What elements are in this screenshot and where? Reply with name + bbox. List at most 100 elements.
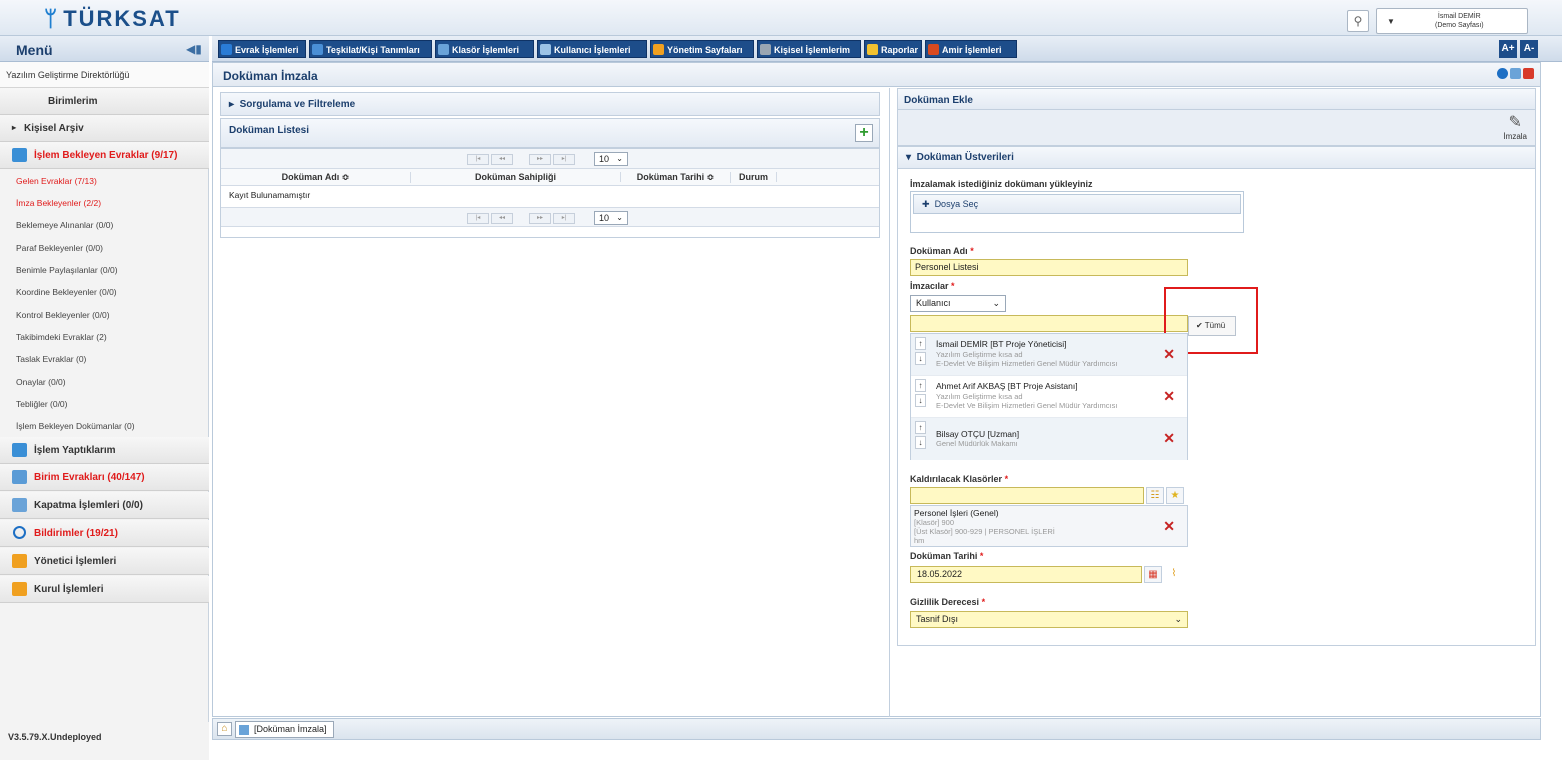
user-menu[interactable]: ▼ İsmail DEMİR (Demo Sayfası) [1376, 8, 1528, 34]
folder-extra: hm [914, 536, 925, 545]
nav-kullanici[interactable]: Kullanıcı İşlemleri [537, 40, 647, 58]
minimize-icon[interactable] [1510, 68, 1521, 79]
arrow-down-icon[interactable]: ↓ [915, 352, 926, 365]
doc-name-label-text: Doküman Adı [910, 246, 968, 256]
prev-page-button[interactable]: ◂◂ [491, 213, 513, 224]
nav-raporlar[interactable]: Raporlar [864, 40, 922, 58]
sidebar-item-kisisel-arsiv[interactable]: ▸ Kişisel Arşiv [0, 115, 209, 142]
favorite-star-icon[interactable]: ★ [1166, 487, 1184, 504]
page-size-select[interactable]: 10 ⌄ [594, 152, 628, 166]
filter-panel-header[interactable]: ▸ Sorgulama ve Filtreleme [220, 92, 880, 116]
sidebar-item-bildirimler[interactable]: Bildirimler (19/21) [0, 520, 209, 547]
first-page-button[interactable]: |◂ [467, 154, 489, 165]
search-button[interactable]: ⚲ [1347, 10, 1369, 32]
doc-date-input[interactable]: 18.05.2022 [910, 566, 1142, 583]
sidebar-item-label: Yönetici İşlemleri [34, 556, 117, 567]
last-page-button[interactable]: ▸| [553, 213, 575, 224]
close-icon[interactable] [1523, 68, 1534, 79]
folder-search-input[interactable] [910, 487, 1144, 504]
arrow-up-icon[interactable]: ↑ [915, 421, 926, 434]
arrow-down-icon[interactable]: ↓ [915, 436, 926, 449]
signer-search-input[interactable] [910, 315, 1188, 332]
col-doc-name[interactable]: Doküman Adı ≎ [221, 172, 411, 183]
collapse-menu-icon[interactable]: ◀▮ [186, 42, 202, 56]
remove-icon[interactable]: ✕ [1163, 430, 1175, 447]
sign-button[interactable]: ✎ İmzala [1503, 114, 1527, 141]
sign-toolbar: ✎ İmzala [897, 110, 1536, 146]
plus-icon: ✚ [922, 199, 930, 209]
sidebar-sub-paylasilan[interactable]: Benimle Paylaşılanlar (0/0) [0, 259, 209, 281]
sidebar-item-label: İşlem Yaptıklarım [34, 445, 116, 456]
font-decrease-button[interactable]: A- [1520, 40, 1538, 58]
page-size-select[interactable]: 10 ⌄ [594, 211, 628, 225]
arrow-up-icon[interactable]: ↑ [915, 337, 926, 350]
sidebar-item-islem-yaptiklarim[interactable]: İşlem Yaptıklarım [0, 437, 209, 464]
user-icon [540, 44, 551, 55]
last-page-button[interactable]: ▸| [553, 154, 575, 165]
arrow-up-icon[interactable]: ↑ [915, 379, 926, 392]
prev-page-button[interactable]: ◂◂ [491, 154, 513, 165]
help-icon[interactable] [1497, 68, 1508, 79]
sign-label: İmzala [1503, 132, 1527, 141]
nav-label: Evrak İşlemleri [235, 45, 299, 55]
tab-bar: ⌂ [Doküman İmzala] [212, 718, 1541, 740]
sidebar-sub-beklemeye[interactable]: Beklemeye Alınanlar (0/0) [0, 214, 209, 236]
col-doc-owner[interactable]: Doküman Sahipliği [411, 172, 621, 182]
close-docs-icon [12, 498, 27, 512]
signer-type-select[interactable]: Kullanıcı ⌄ [910, 295, 1006, 312]
next-page-button[interactable]: ▸▸ [529, 154, 551, 165]
sidebar-item-kapatma[interactable]: Kapatma İşlemleri (0/0) [0, 492, 209, 519]
sidebar-sub-paraf[interactable]: Paraf Bekleyenler (0/0) [0, 237, 209, 259]
folder-tree-icon[interactable]: ☷ [1146, 487, 1164, 504]
nav-amir[interactable]: Amir İşlemleri [925, 40, 1017, 58]
col-doc-date[interactable]: Doküman Tarihi ≎ [621, 172, 731, 183]
sidebar-sub-gelen[interactable]: Gelen Evraklar (7/13) [0, 170, 209, 192]
add-document-button[interactable]: + [855, 124, 873, 142]
nav-label: Kişisel İşlemlerim [774, 45, 851, 55]
admin-user-icon [12, 554, 27, 568]
sidebar-sub-takip[interactable]: Takibimdeki Evraklar (2) [0, 326, 209, 348]
remove-icon[interactable]: ✕ [1163, 346, 1175, 363]
sidebar-sub-koordine[interactable]: Koordine Bekleyenler (0/0) [0, 281, 209, 303]
done-docs-icon [12, 443, 27, 457]
sidebar-item-islem-bekleyen[interactable]: İşlem Bekleyen Evraklar (9/17) [0, 142, 209, 169]
sidebar-sub-onaylar[interactable]: Onaylar (0/0) [0, 371, 209, 393]
sidebar-sub-tebligler[interactable]: Tebliğler (0/0) [0, 393, 209, 415]
nav-kisisel[interactable]: Kişisel İşlemlerim [757, 40, 861, 58]
privacy-select[interactable]: Tasnif Dışı ⌄ [910, 611, 1188, 628]
sidebar-sub-dokumanlar[interactable]: İşlem Bekleyen Dokümanlar (0) [0, 415, 209, 437]
page-title: Doküman İmzala [223, 69, 318, 83]
nav-evrak-islemleri[interactable]: Evrak İşlemleri [218, 40, 306, 58]
font-increase-button[interactable]: A+ [1499, 40, 1517, 58]
sidebar-item-yonetici[interactable]: Yönetici İşlemleri [0, 548, 209, 575]
sidebar-sub-kontrol[interactable]: Kontrol Bekleyenler (0/0) [0, 304, 209, 326]
metadata-header[interactable]: ▾ Doküman Üstverileri [898, 147, 1535, 169]
sidebar-item-birim-evraklari[interactable]: Birim Evrakları (40/147) [0, 464, 209, 491]
remove-icon[interactable]: ✕ [1163, 518, 1175, 535]
calendar-icon[interactable]: ▦ [1144, 566, 1162, 583]
tab-doc-sign[interactable]: [Doküman İmzala] [235, 721, 334, 738]
next-page-button[interactable]: ▸▸ [529, 213, 551, 224]
sidebar-sub-imza[interactable]: İmza Bekleyenler (2/2) [0, 192, 209, 214]
nav-yonetim[interactable]: Yönetim Sayfaları [650, 40, 754, 58]
col-status[interactable]: Durum [731, 172, 777, 182]
report-icon [867, 44, 878, 55]
first-page-button[interactable]: |◂ [467, 213, 489, 224]
file-select-button[interactable]: ✚ Dosya Seç [913, 194, 1241, 214]
page-size-value: 10 [599, 213, 610, 223]
nav-klasor[interactable]: Klasör İşlemleri [435, 40, 534, 58]
home-icon[interactable]: ⌂ [217, 722, 232, 736]
doc-add-panel: Doküman Ekle ✎ İmzala ▾ Doküman Üstverile… [897, 88, 1536, 718]
clear-broom-icon[interactable]: ⌇ [1165, 566, 1183, 583]
nav-teskilat[interactable]: Teşkilat/Kişi Tanımları [309, 40, 432, 58]
caret-down-icon: ▾ [906, 152, 912, 163]
logo-mark-icon: ᛘ [44, 6, 60, 31]
sidebar-item-kurul[interactable]: Kurul İşlemleri [0, 576, 209, 603]
arrow-down-icon[interactable]: ↓ [915, 394, 926, 407]
splitter[interactable] [889, 88, 890, 717]
sidebar-sub-taslak[interactable]: Taslak Evraklar (0) [0, 348, 209, 370]
caret-right-icon: ▸ [229, 99, 235, 110]
remove-icon[interactable]: ✕ [1163, 388, 1175, 405]
doc-name-input[interactable]: Personel Listesi [910, 259, 1188, 276]
sidebar-item-birimlerim[interactable]: Birimlerim [0, 88, 209, 115]
